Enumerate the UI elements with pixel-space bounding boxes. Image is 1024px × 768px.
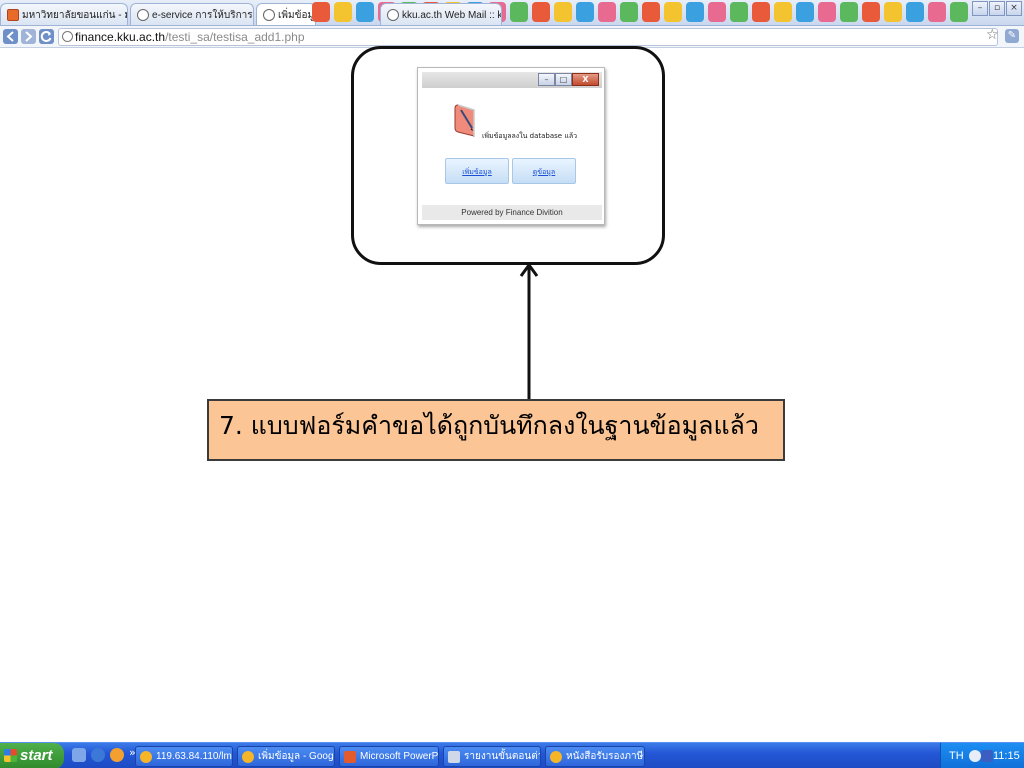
tab-kku-webmail[interactable]: kku.ac.th Web Mail :: kku × [380, 3, 502, 25]
taskbar-item-label: หนังสือรับรองภาษีหั... [566, 751, 644, 762]
url-path: /testi_sa/testisa_add1.php [165, 30, 305, 44]
tab-label: เพิ่มข้อมูล [278, 9, 316, 21]
taskbar-item-add-data-chrome[interactable]: เพิ่มข้อมูล - Googl... [237, 746, 335, 767]
taskbar-item-label: Microsoft PowerP... [360, 751, 439, 762]
dialog-footer: Powered by Finance Divition [422, 205, 602, 220]
screen: มหาวิทยาลัยขอนแก่น - มห × e-service การใ… [0, 0, 1024, 768]
annotation-text: 7. แบบฟอร์มคำขอได้ถูกบันทึกลงในฐานข้อมูล… [219, 411, 759, 440]
browser-ie-icon[interactable] [91, 748, 105, 762]
start-button[interactable]: start [0, 743, 64, 768]
view-data-button[interactable]: ดูข้อมูล [512, 158, 576, 184]
theme-sprite-icon [906, 2, 924, 22]
browser-tab-strip: มหาวิทยาลัยขอนแก่น - มห × e-service การใ… [0, 0, 1024, 26]
theme-sprite-icon [664, 2, 682, 22]
reload-icon [40, 31, 52, 42]
tab-kku-university[interactable]: มหาวิทยาลัยขอนแก่น - มห × [0, 3, 128, 25]
dialog-restore-button[interactable]: □ [555, 73, 572, 86]
add-data-button[interactable]: เพิ่มข้อมูล [445, 158, 509, 184]
clock: 11:15 [993, 750, 1020, 762]
taskbar-item-tax-certificate[interactable]: หนังสือรับรองภาษีหั... [545, 746, 645, 767]
taskbar-item-label: รายงานขั้นตอนต่าง... [464, 751, 540, 762]
address-bar[interactable]: finance.kku.ac.th/testi_sa/testisa_add1.… [58, 28, 998, 46]
tab-add-data[interactable]: เพิ่มข้อมูล [256, 3, 316, 25]
document-icon [448, 751, 460, 763]
theme-sprite-icon [796, 2, 814, 22]
page-favicon-icon [263, 9, 275, 21]
theme-sprite-icon [752, 2, 770, 22]
url-host: finance.kku.ac.th [75, 30, 166, 44]
dialog-minimize-button[interactable]: – [538, 73, 555, 86]
window-close-button[interactable]: × [1006, 1, 1022, 16]
theme-sprite-icon [598, 2, 616, 22]
taskbar-item-label: 119.63.84.110/lmi... [156, 751, 233, 762]
page-favicon-icon [137, 9, 149, 21]
show-desktop-icon[interactable] [72, 748, 86, 762]
theme-sprite-icon [884, 2, 902, 22]
tray-app-icon[interactable] [981, 750, 993, 762]
success-message: เพิ่มข้อมูลลงใน database แล้ว [482, 132, 578, 140]
taskbar-item-ip-browser[interactable]: 119.63.84.110/lmi... [135, 746, 233, 767]
dialog-window-controls: – □ X [538, 73, 599, 86]
window-restore-button[interactable]: ▫ [989, 1, 1005, 16]
theme-sprite-icon [554, 2, 572, 22]
theme-sprite-icon [928, 2, 946, 22]
back-button[interactable] [3, 29, 18, 44]
reload-button[interactable] [39, 29, 54, 44]
bookmark-star-icon[interactable]: ☆ [986, 27, 999, 43]
notebook-pen-icon [454, 104, 475, 137]
theme-sprite-icon [642, 2, 660, 22]
theme-sprite-icon [708, 2, 726, 22]
theme-sprite-icon [532, 2, 550, 22]
page-favicon-icon [387, 9, 399, 21]
kku-favicon-icon [7, 9, 19, 21]
dialog-close-button[interactable]: X [572, 73, 599, 86]
globe-icon [62, 31, 73, 42]
wrench-menu-icon[interactable]: ✎ [1005, 29, 1019, 43]
start-label: start [20, 747, 53, 764]
theme-sprite-icon [840, 2, 858, 22]
theme-sprite-icon [312, 2, 330, 22]
taskbar-item-label: เพิ่มข้อมูล - Googl... [258, 751, 334, 762]
forward-button[interactable] [21, 29, 36, 44]
theme-sprite-icon [356, 2, 374, 22]
theme-sprite-icon [818, 2, 836, 22]
chrome-icon [140, 751, 152, 763]
chrome-icon [550, 751, 562, 763]
forward-arrow-icon [25, 31, 33, 42]
system-tray: TH 11:15 [940, 743, 1024, 768]
tab-label: มหาวิทยาลัยขอนแก่น - มห [22, 9, 128, 21]
language-indicator[interactable]: TH [949, 743, 964, 768]
back-arrow-icon [6, 31, 14, 42]
tab-label: e-service การให้บริการด้าน [152, 9, 253, 21]
tab-e-service[interactable]: e-service การให้บริการด้าน × [130, 3, 254, 25]
success-dialog: – □ X เพิ่มข้อมูลลงใน database แล้ว เพิ่… [417, 67, 605, 225]
pointer-arrow-icon [519, 262, 539, 400]
taskbar-item-report[interactable]: รายงานขั้นตอนต่าง... [443, 746, 541, 767]
firefox-icon[interactable] [110, 748, 124, 762]
theme-sprite-icon [620, 2, 638, 22]
powerpoint-icon [344, 751, 356, 763]
windows-logo-icon [4, 749, 17, 762]
theme-sprite-icon [510, 2, 528, 22]
quick-launch: » [72, 747, 136, 762]
windows-taskbar: start » 119.63.84.110/lmi... เพิ่มข้อมูล… [0, 742, 1024, 768]
chrome-icon [242, 751, 254, 763]
taskbar-item-powerpoint[interactable]: Microsoft PowerP... [339, 746, 439, 767]
theme-sprite-icon [730, 2, 748, 22]
theme-sprite-icon [774, 2, 792, 22]
tab-label: kku.ac.th Web Mail :: kku [402, 9, 502, 21]
tray-chevron-icon[interactable] [969, 750, 981, 762]
browser-toolbar: finance.kku.ac.th/testi_sa/testisa_add1.… [0, 26, 1024, 48]
theme-sprite-icon [334, 2, 352, 22]
theme-sprite-icon [950, 2, 968, 22]
window-minimize-button[interactable]: – [972, 1, 988, 16]
window-controls: – ▫ × [972, 1, 1022, 16]
theme-sprite-icon [686, 2, 704, 22]
theme-sprite-icon [862, 2, 880, 22]
theme-sprite-icon [576, 2, 594, 22]
